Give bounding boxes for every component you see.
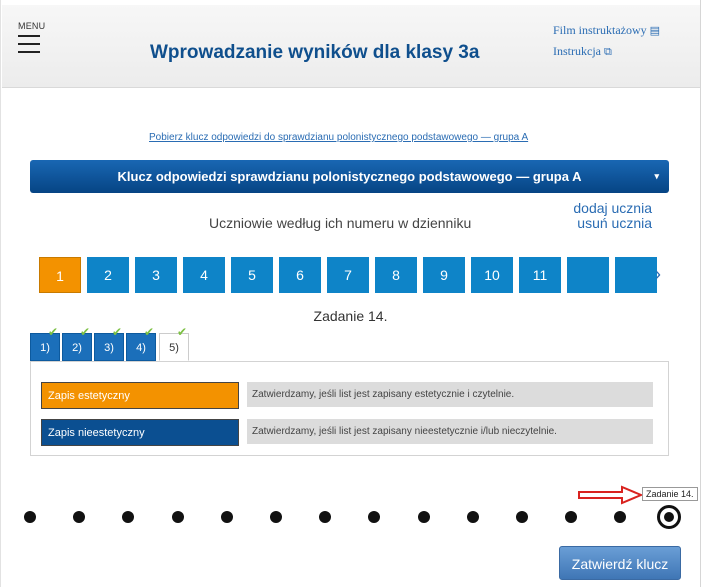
subtask-tab[interactable]: 1) ✔ [30,326,60,361]
criterion-description: Zatwierdzamy, jeśli list jest zapisany e… [247,382,653,407]
pager-dot[interactable] [221,511,233,523]
download-key-link[interactable]: Pobierz klucz odpowiedzi do sprawdzianu … [149,132,528,143]
student-button[interactable]: 2 [87,257,129,293]
student-button[interactable]: 7 [327,257,369,293]
chevron-down-icon: ▾ [654,171,659,181]
student-button[interactable] [615,257,657,293]
student-button[interactable]: 3 [135,257,177,293]
student-button[interactable]: 6 [279,257,321,293]
film-icon: ▤ [649,24,661,37]
app-frame: MENU Wprowadzanie wyników dla klasy 3a F… [0,0,701,587]
criterion-row: Zapis nieestetyczny Zatwierdzamy, jeśli l… [41,419,653,446]
student-button[interactable]: 10 [471,257,513,293]
film-link[interactable]: Film instruktażowy ▤ [553,23,660,38]
pager-dot[interactable] [565,511,577,523]
pager-dot[interactable] [319,511,331,523]
subtask-tab-label: 5) [169,342,179,354]
pager-dot-current[interactable] [657,505,681,529]
student-button[interactable]: 5 [231,257,273,293]
instruction-link[interactable]: Instrukcja ⧉ [553,44,660,59]
add-student-link[interactable]: dodaj ucznia [573,201,652,216]
criterion-description: Zatwierdzamy, jeśli list jest zapisany n… [247,419,653,444]
checkmark-icon: ✔ [111,325,122,339]
external-window-icon: ⧉ [603,45,612,58]
answer-key-select-value: Klucz odpowiedzi sprawdzianu polonistycz… [117,169,582,184]
criterion-button[interactable]: Zapis nieestetyczny [41,419,239,446]
hamburger-icon [18,35,40,53]
student-button[interactable]: 9 [423,257,465,293]
criterion-button[interactable]: Zapis estetyczny [41,382,239,409]
pager-dot[interactable] [418,511,430,523]
menu-button[interactable]: MENU [18,21,48,59]
header: MENU Wprowadzanie wyników dla klasy 3a F… [2,5,700,88]
subtask-tab-label: 3) [104,342,114,354]
pager-dot[interactable] [467,511,479,523]
checkmark-icon: ✔ [79,325,90,339]
student-button[interactable]: 8 [375,257,417,293]
pager-dot-center [664,512,674,522]
subtask-tab[interactable]: 2) ✔ [62,326,92,361]
pager-dot[interactable] [368,511,380,523]
checkmark-icon: ✔ [47,325,58,339]
subtask-tab-label: 2) [72,342,82,354]
student-button[interactable]: 4 [183,257,225,293]
students-label: Uczniowie według ich numeru w dzienniku [209,215,472,231]
pager-dot[interactable] [270,511,282,523]
help-links: Film instruktażowy ▤ Instrukcja ⧉ [553,23,660,65]
pager-dot[interactable] [24,511,36,523]
annotation-arrow [578,485,644,505]
pager-dot[interactable] [516,511,528,523]
pager-tooltip: Zadanie 14. [642,487,698,501]
subtask-tab-label: 4) [136,342,146,354]
menu-label: MENU [18,21,46,31]
pager-dot[interactable] [172,511,184,523]
confirm-key-button[interactable]: Zatwierdź klucz [559,546,681,580]
pager-dot[interactable] [122,511,134,523]
subtask-tab-label: 1) [40,342,50,354]
page-title: Wprowadzanie wyników dla klasy 3a [150,42,480,63]
subtask-tab[interactable]: 4) ✔ [126,326,156,361]
remove-student-link[interactable]: usuń ucznia [573,216,652,231]
checkmark-icon: ✔ [176,325,187,339]
student-actions: dodaj ucznia usuń ucznia [573,201,652,231]
answer-key-select[interactable]: Klucz odpowiedzi sprawdzianu polonistycz… [30,160,669,193]
pager-dot[interactable] [614,511,626,523]
task-label: Zadanie 14. [313,308,388,324]
criterion-row: Zapis estetyczny Zatwierdzamy, jeśli list… [41,382,653,409]
subtask-tab[interactable]: 3) ✔ [94,326,124,361]
student-button[interactable]: 11 [519,257,561,293]
pager-dot[interactable] [73,511,85,523]
checkmark-icon: ✔ [143,325,154,339]
subtask-tab[interactable]: 5) ✔ [159,326,189,361]
student-button[interactable]: 1 [39,257,81,293]
student-button[interactable] [567,257,609,293]
next-students-arrow-icon[interactable]: › [655,264,661,285]
